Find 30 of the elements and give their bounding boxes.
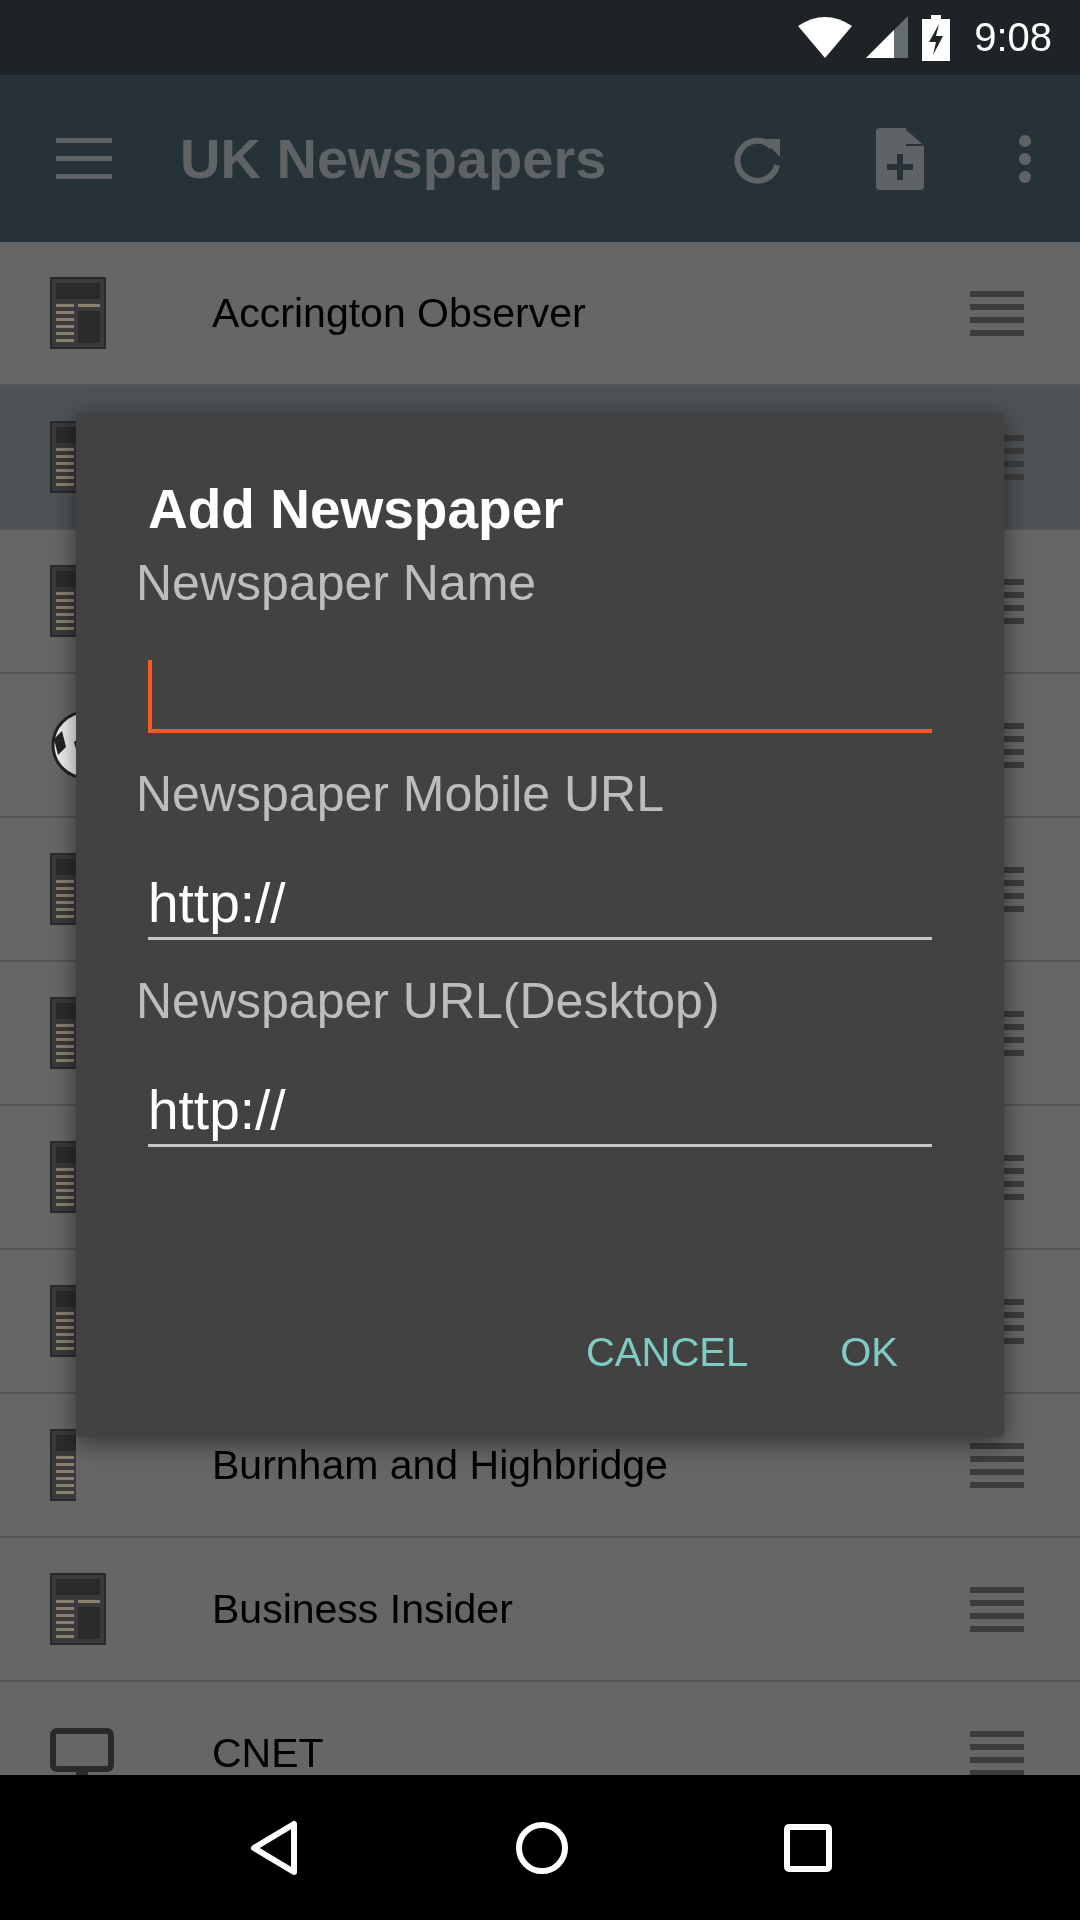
- drag-handle-icon[interactable]: [970, 1730, 1024, 1775]
- newspaper-icon: [50, 277, 106, 349]
- input-field[interactable]: http://: [148, 1075, 932, 1147]
- field-label: Newspaper Mobile URL: [136, 766, 665, 822]
- newspaper-title: Burnham and Highbridge: [212, 1441, 669, 1489]
- signal-icon: [866, 15, 909, 60]
- wifi-icon: [798, 15, 853, 60]
- newspaper-title: Business Insider: [212, 1585, 514, 1633]
- ok-button[interactable]: OK: [806, 1310, 932, 1395]
- field-label: Newspaper Name: [136, 555, 538, 611]
- dialog-title: Add Newspaper: [148, 477, 565, 541]
- drag-handle-icon[interactable]: [970, 1442, 1024, 1488]
- drag-handle-icon[interactable]: [970, 1586, 1024, 1632]
- field-label: Newspaper URL(Desktop): [136, 973, 721, 1029]
- battery-icon: [922, 14, 951, 61]
- monitor-icon: [50, 1728, 114, 1775]
- recents-icon[interactable]: [784, 1823, 833, 1872]
- newspaper-title: Accrington Observer: [212, 289, 587, 337]
- home-icon[interactable]: [515, 1820, 569, 1875]
- newspaper-title: CNET: [212, 1729, 325, 1775]
- newspaper-icon: [50, 1573, 106, 1645]
- clock-time: 9:08: [974, 15, 1052, 60]
- more-icon: [1018, 134, 1032, 183]
- input-field[interactable]: [148, 661, 932, 733]
- cancel-button[interactable]: CANCEL: [551, 1310, 783, 1395]
- input-field[interactable]: http://: [148, 868, 932, 940]
- drag-handle-icon[interactable]: [970, 290, 1024, 336]
- add-document-icon: [876, 127, 924, 190]
- app-title: UK Newspapers: [180, 126, 608, 191]
- menu-icon[interactable]: [56, 138, 112, 179]
